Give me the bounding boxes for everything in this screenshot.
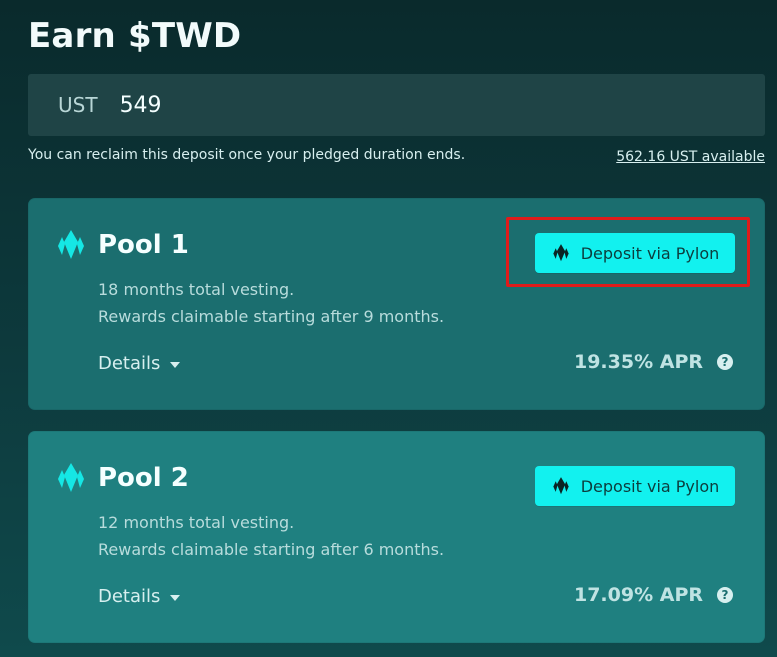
pool-rewards: Rewards claimable starting after 6 month… [98, 540, 445, 559]
question-icon[interactable]: ? [717, 354, 733, 370]
caret-down-icon [170, 594, 181, 601]
question-icon[interactable]: ? [717, 587, 733, 603]
deposit-button-label: Deposit via Pylon [580, 476, 720, 496]
details-label: Details [98, 353, 161, 374]
page-title: Earn $TWD [28, 16, 242, 56]
pylon-icon [551, 243, 571, 263]
available-balance-link[interactable]: 562.16 UST available [616, 149, 765, 165]
reclaim-note: You can reclaim this deposit once your p… [28, 147, 466, 163]
deposit-via-pylon-button[interactable]: Deposit via Pylon [535, 233, 735, 273]
deposit-via-pylon-button[interactable]: Deposit via Pylon [535, 466, 735, 506]
pylon-icon [54, 228, 88, 262]
apr-value: 17.09% APR [573, 584, 703, 606]
details-toggle[interactable]: Details [98, 353, 181, 374]
pool-card-1: Pool 1 18 months total vesting. Rewards … [28, 198, 765, 410]
pylon-icon [54, 461, 88, 495]
pool-name: Pool 2 [98, 463, 189, 493]
apr-value: 19.35% APR [573, 351, 703, 373]
caret-down-icon [170, 361, 181, 368]
pool-rewards: Rewards claimable starting after 9 month… [98, 307, 445, 326]
deposit-amount-input[interactable] [119, 92, 370, 118]
details-label: Details [98, 586, 161, 607]
currency-label: UST [58, 93, 98, 117]
pool-vesting: 12 months total vesting. [98, 513, 295, 532]
pool-description: 18 months total vesting. Rewards claimab… [98, 276, 444, 330]
apr: 19.35% APR ? [574, 351, 733, 373]
apr: 17.09% APR ? [574, 584, 733, 606]
deposit-amount-box[interactable]: UST [28, 74, 765, 136]
page: Earn $TWD UST You can reclaim this depos… [0, 0, 777, 657]
pool-name: Pool 1 [98, 230, 189, 260]
pool-description: 12 months total vesting. Rewards claimab… [98, 509, 444, 563]
pool-card-2: Pool 2 12 months total vesting. Rewards … [28, 431, 765, 643]
pylon-icon [551, 476, 571, 496]
pool-header: Pool 1 [54, 228, 189, 262]
deposit-button-label: Deposit via Pylon [580, 243, 720, 263]
pool-vesting: 18 months total vesting. [98, 280, 295, 299]
pool-header: Pool 2 [54, 461, 189, 495]
details-toggle[interactable]: Details [98, 586, 181, 607]
